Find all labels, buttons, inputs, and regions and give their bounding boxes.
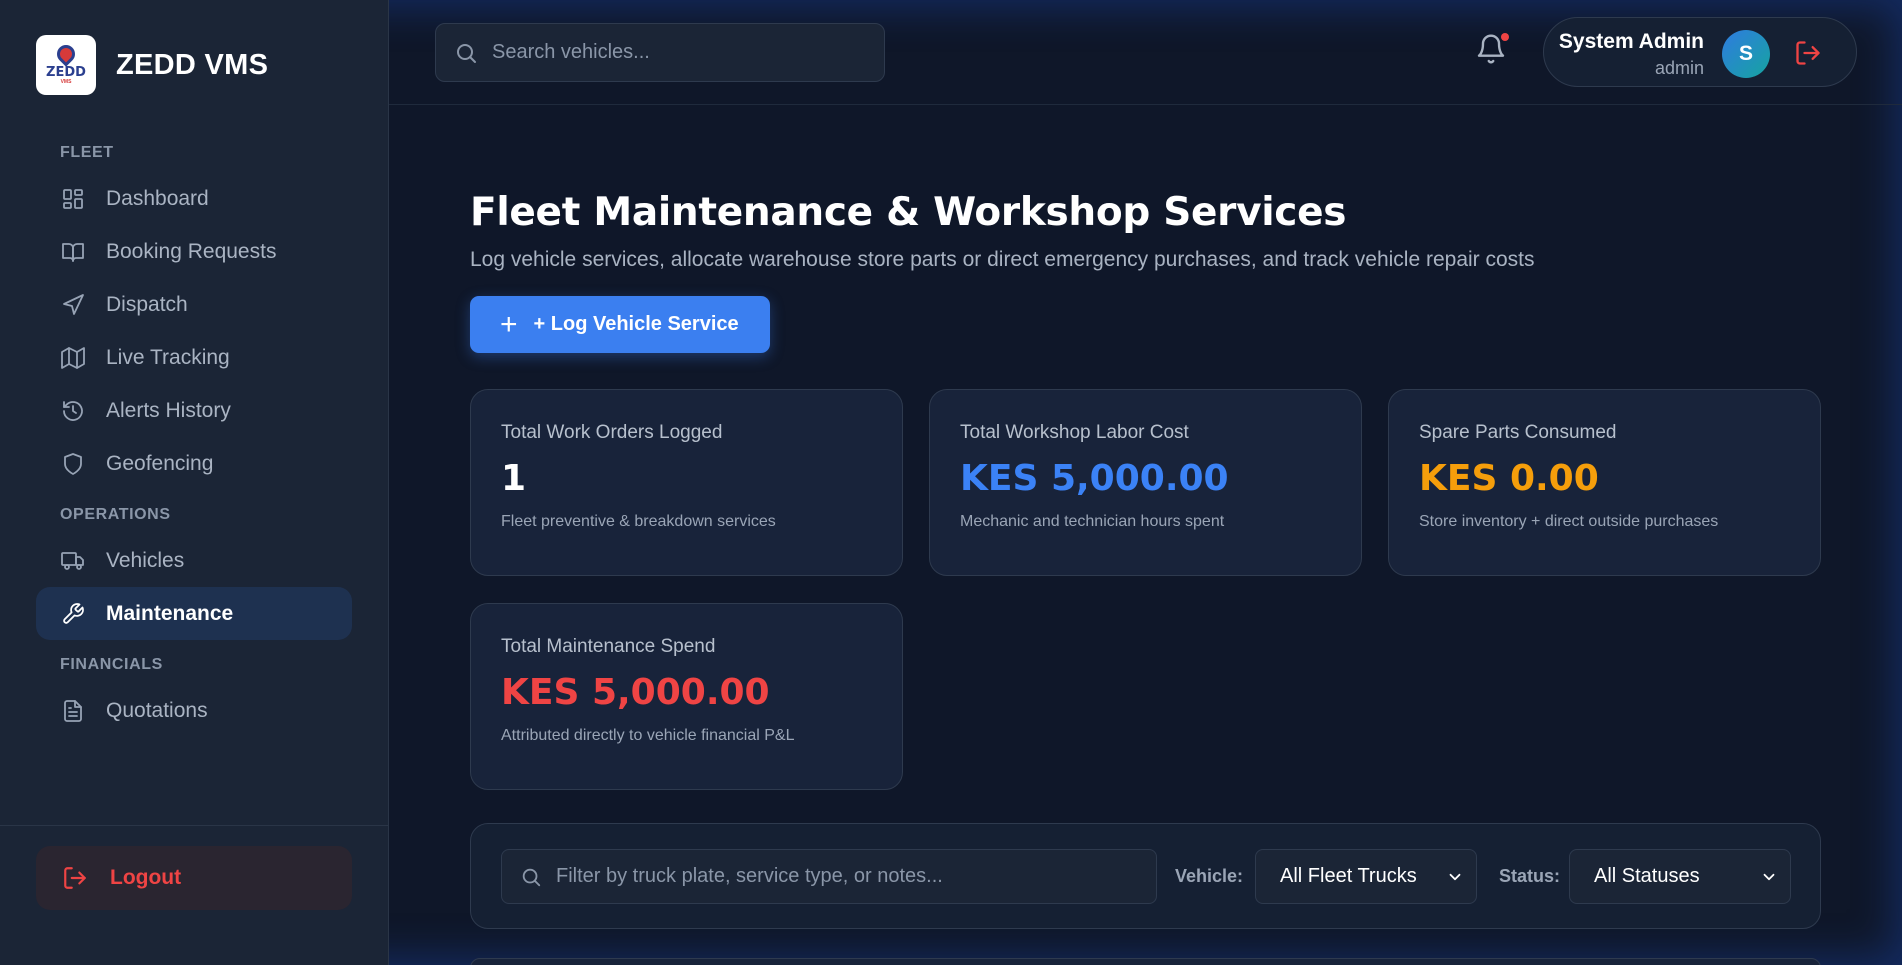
stat-card-spare-parts: Spare Parts Consumed KES 0.00 Store inve… [1388,389,1821,576]
work-orders-table [470,958,1821,965]
stat-title: Spare Parts Consumed [1419,422,1617,443]
page-subtitle: Log vehicle services, allocate warehouse… [470,248,1535,271]
sidebar-item-dashboard[interactable]: Dashboard [36,172,352,225]
search-box [435,23,885,82]
sidebar-item-booking-requests[interactable]: Booking Requests [36,225,352,278]
history-icon [60,398,86,424]
sidebar-item-label: Alerts History [106,398,231,422]
navigation-icon [60,292,86,318]
stat-title: Total Workshop Labor Cost [960,422,1189,443]
sidebar-nav: FLEET Dashboard Booking Requests Dispatc… [0,130,388,825]
notification-bell[interactable] [1475,33,1511,69]
filter-search-box [501,849,1157,904]
logout-label: Logout [110,866,182,889]
stat-card-maintenance-spend: Total Maintenance Spend KES 5,000.00 Att… [470,603,903,790]
avatar[interactable]: S [1722,30,1770,78]
vehicle-select-value: All Fleet Trucks [1280,865,1417,887]
shield-icon [60,451,86,477]
sidebar-item-label: Booking Requests [106,239,277,263]
section-label-financials: FINANCIALS [60,656,163,673]
sidebar-item-label: Vehicles [106,548,185,572]
sidebar-item-label: Quotations [106,698,208,722]
app-window: ZEDD VMS ZEDD VMS FLEET Dashboard Bookin… [0,0,1902,965]
stat-description: Mechanic and technician hours spent [960,513,1225,530]
notification-dot [1501,33,1509,41]
sidebar-item-label: Geofencing [106,451,214,475]
document-icon [60,698,86,724]
sidebar-item-quotations[interactable]: Quotations [36,684,352,737]
logo-subtext: VMS [60,79,72,85]
section-label-operations: OPERATIONS [60,506,171,523]
stat-description: Fleet preventive & breakdown services [501,513,776,530]
logo-text: ZEDD [46,65,86,80]
plus-icon: + [500,307,518,341]
sidebar: ZEDD VMS ZEDD VMS FLEET Dashboard Bookin… [0,0,389,965]
sidebar-item-dispatch[interactable]: Dispatch [36,278,352,331]
sidebar-item-maintenance[interactable]: Maintenance [36,587,352,640]
chevron-down-icon [1760,868,1778,892]
sidebar-item-live-tracking[interactable]: Live Tracking [36,331,352,384]
stat-description: Attributed directly to vehicle financial… [501,727,795,744]
map-icon [60,345,86,371]
search-icon [457,43,476,63]
brand-logo: ZEDD VMS [36,35,96,95]
stat-card-labor-cost: Total Workshop Labor Cost KES 5,000.00 M… [929,389,1362,576]
sidebar-item-geofencing[interactable]: Geofencing [36,437,352,490]
logout-icon [1796,41,1820,65]
main-content: System Admin admin S Fleet Maintenance &… [389,0,1902,965]
search-input[interactable] [492,41,872,64]
sidebar-item-alerts-history[interactable]: Alerts History [36,384,352,437]
filter-search-input[interactable] [556,865,1136,888]
status-select[interactable]: All Statuses [1569,849,1791,904]
stat-title: Total Work Orders Logged [501,422,723,443]
topbar: System Admin admin S [389,0,1902,105]
logout-icon [64,867,86,889]
status-select-value: All Statuses [1594,865,1700,887]
stat-title: Total Maintenance Spend [501,636,716,657]
stat-value: KES 0.00 [1419,458,1599,499]
section-label-fleet: FLEET [60,144,114,161]
book-icon [60,239,86,265]
user-menu[interactable]: System Admin admin S [1543,17,1857,87]
header-logout-button[interactable] [1794,39,1822,72]
stat-value: KES 5,000.00 [501,672,770,713]
search-icon [522,868,541,886]
vehicle-select[interactable]: All Fleet Trucks [1255,849,1477,904]
truck-icon [60,548,86,574]
stat-description: Store inventory + direct outside purchas… [1419,513,1719,530]
dashboard-icon [60,186,86,212]
sidebar-item-vehicles[interactable]: Vehicles [36,534,352,587]
brand-name: ZEDD VMS [116,48,269,81]
wrench-icon [60,601,86,627]
filter-bar: Vehicle: All Fleet Trucks Status: All St… [470,823,1821,929]
brand: ZEDD VMS ZEDD VMS [0,0,388,130]
stat-card-work-orders: Total Work Orders Logged 1 Fleet prevent… [470,389,903,576]
stat-value: 1 [501,458,527,499]
user-role: admin [1654,58,1704,78]
location-pin-icon [53,41,79,67]
sidebar-footer: Logout [0,825,388,965]
sidebar-item-label: Dispatch [106,292,188,316]
sidebar-item-label: Live Tracking [106,345,230,369]
status-filter-label: Status: [1499,866,1561,886]
stat-value: KES 5,000.00 [960,458,1229,499]
chevron-down-icon [1446,868,1464,892]
log-vehicle-service-button[interactable]: + + Log Vehicle Service [470,296,770,353]
logout-button[interactable]: Logout [36,846,352,910]
sidebar-item-label: Dashboard [106,186,209,210]
sidebar-item-label: Maintenance [106,601,234,625]
button-label: + Log Vehicle Service [533,313,739,335]
vehicle-filter-label: Vehicle: [1175,866,1244,886]
user-name: System Admin [1558,30,1704,53]
page-title: Fleet Maintenance & Workshop Services [470,190,1347,235]
